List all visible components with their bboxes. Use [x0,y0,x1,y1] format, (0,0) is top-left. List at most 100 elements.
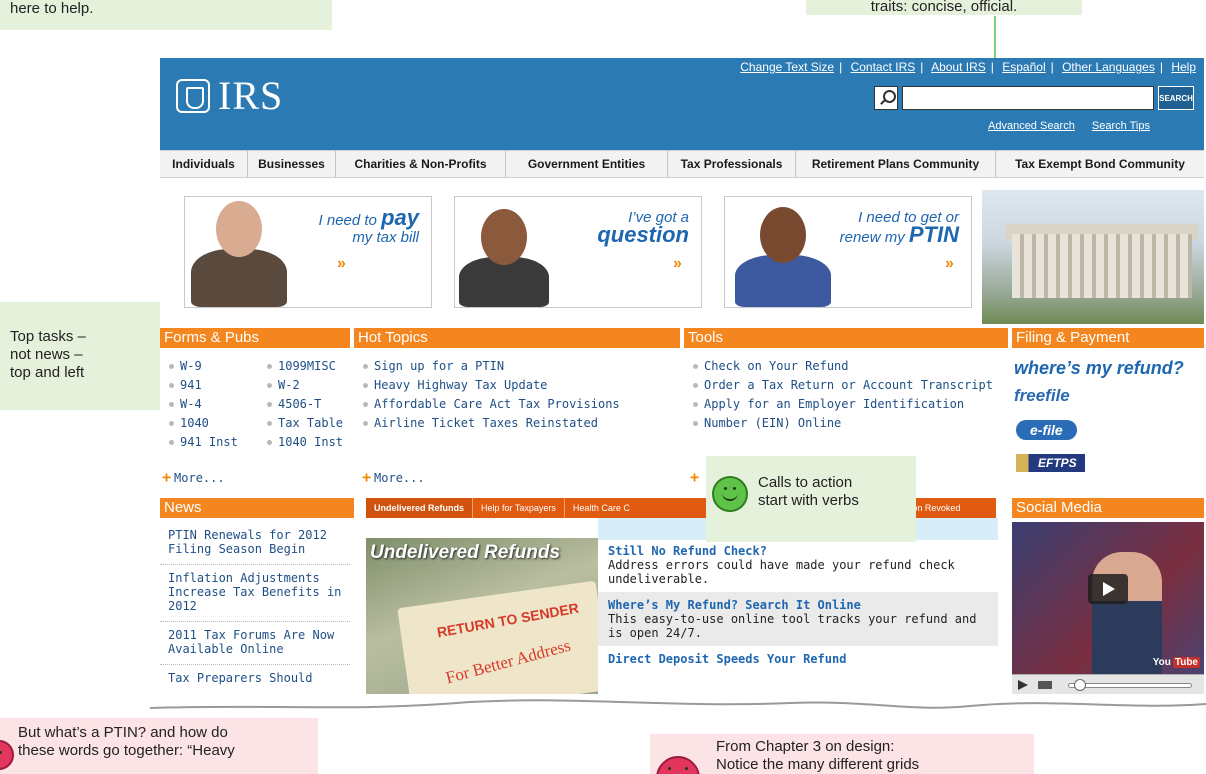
chevron-right-icon: » [337,255,346,272]
hot-topics-list: Sign up for a PTIN Heavy Highway Tax Upd… [362,357,620,433]
story-body: This easy-to-use online tool tracks your… [608,612,977,640]
search-button[interactable]: SEARCH [1158,86,1194,110]
annotation-left-line: top and left [10,364,85,381]
link-about-irs[interactable]: About IRS [931,60,986,74]
header: IRS Change Text Size | Contact IRS | About… [160,58,1204,150]
sad-face-icon [656,756,700,774]
search-icon[interactable] [874,86,898,110]
tool-link[interactable]: Check on Your Refund [692,357,993,376]
tool-link[interactable]: Apply for an Employer Identification [692,395,993,414]
hot-topic-link[interactable]: Heavy Highway Tax Update [362,376,620,395]
section-news: News [160,498,354,518]
section-social-media: Social Media [1012,498,1204,518]
annotation-left-line: not news – [10,346,83,363]
promo-keyword: PTIN [908,222,959,247]
annotation-cta-line: start with verbs [758,492,859,509]
form-link[interactable]: W-9 [168,357,238,376]
news-item[interactable]: PTIN Renewals for 2012 Filing Season Beg… [160,522,350,565]
form-link[interactable]: W-2 [266,376,343,395]
news-item[interactable]: Inflation Adjustments Increase Tax Benef… [160,565,350,622]
tab-businesses[interactable]: Businesses [248,151,336,177]
tab-undelivered-refunds[interactable]: Undelivered Refunds [366,498,474,518]
annotation-calls-to-action: Calls to action start with verbs [706,456,916,542]
story[interactable]: Where’s My Refund? Search It Online This… [598,592,998,646]
story-title[interactable]: Direct Deposit Speeds Your Refund [608,652,988,666]
form-link[interactable]: 1099MISC [266,357,343,376]
tab-charities[interactable]: Charities & Non-Profits [336,151,506,177]
story[interactable]: Still No Refund Check? Address errors co… [598,538,998,592]
promo-pay-tax-bill[interactable]: I need to pay my tax bill » [184,196,432,308]
link-other-languages[interactable]: Other Languages [1062,60,1155,74]
section-forms-pubs: Forms & Pubs [160,328,350,348]
annotation-bottom-left-line: these words go together: “Heavy [18,742,235,759]
eftps-logo[interactable]: EFTPS [1016,454,1085,472]
irs-building-photo [982,190,1204,324]
form-link[interactable]: 1040 [168,414,238,433]
youtube-tube: Tube [1172,657,1200,668]
hot-topic-link[interactable]: Affordable Care Act Tax Provisions [362,395,620,414]
section-tools: Tools [684,328,1008,348]
link-espanol[interactable]: Español [1002,60,1045,74]
plus-icon: + [362,468,372,486]
form-link[interactable]: 1040 Inst [266,433,343,452]
news-list: PTIN Renewals for 2012 Filing Season Beg… [160,522,350,693]
annotation-bottom-right-line: From Chapter 3 on design: [716,738,895,755]
link-advanced-search[interactable]: Advanced Search [988,120,1075,132]
news-item[interactable]: 2011 Tax Forums Are Now Available Online [160,622,350,665]
tab-retirement-plans[interactable]: Retirement Plans Community [796,151,996,177]
forms-more-link[interactable]: + More... [162,468,225,486]
tool-link-continued[interactable]: Number (EIN) Online [692,414,993,433]
chevron-right-icon: » [945,255,954,272]
progress-handle[interactable] [1074,679,1086,691]
main-nav: Individuals Businesses Charities & Non-P… [160,150,1204,178]
wheres-my-refund-logo[interactable]: where’s my refund? [1014,358,1184,379]
tab-tax-exempt-bond[interactable]: Tax Exempt Bond Community [996,151,1204,177]
promo-rest: my tax bill [352,229,419,246]
plus-icon: + [162,468,172,486]
youtube-logo: You Tube [1151,657,1200,668]
link-search-tips[interactable]: Search Tips [1092,120,1150,132]
volume-icon[interactable] [1038,681,1052,689]
play-button-icon[interactable] [1018,680,1028,690]
tab-help-for-taxpayers[interactable]: Help for Taxpayers [473,498,565,518]
link-change-text-size[interactable]: Change Text Size [740,60,834,74]
promo-ptin[interactable]: I need to get or renew my PTIN » [724,196,972,308]
hot-topic-link[interactable]: Sign up for a PTIN [362,357,620,376]
plus-icon: + [690,468,700,486]
tool-link[interactable]: Order a Tax Return or Account Transcript [692,376,993,395]
tools-more-link[interactable]: + [690,468,702,486]
story-title[interactable]: Still No Refund Check? [608,544,988,558]
story-title[interactable]: Where’s My Refund? Search It Online [608,598,988,612]
news-item[interactable]: Tax Preparers Should [160,665,350,693]
utility-links: Change Text Size | Contact IRS | About IRS… [740,60,1196,74]
freefile-logo[interactable]: freefile [1014,386,1070,406]
tab-government-entities[interactable]: Government Entities [506,151,668,177]
youtube-video[interactable]: You Tube [1012,522,1204,674]
form-link[interactable]: 4506-T [266,395,343,414]
promo-text: I need to pay my tax bill [319,207,419,247]
tab-tax-professionals[interactable]: Tax Professionals [668,151,796,177]
hot-topic-link[interactable]: Airline Ticket Taxes Reinstated [362,414,620,433]
play-icon[interactable] [1088,574,1128,604]
irs-logo[interactable]: IRS [176,72,283,119]
promo-rest: renew my [839,229,905,246]
search-bar: SEARCH [874,86,1194,110]
form-link[interactable]: W-4 [168,395,238,414]
form-link[interactable]: 941 Inst [168,433,238,452]
promo-question[interactable]: I’ve got a question » [454,196,702,308]
tab-individuals[interactable]: Individuals [160,151,248,177]
efile-logo[interactable]: e-file [1016,420,1077,440]
video-progress[interactable] [1068,683,1192,688]
search-input[interactable] [902,86,1154,110]
story[interactable]: Direct Deposit Speeds Your Refund [598,646,998,672]
forms-column-2: 1099MISC W-2 4506-T Tax Table 1040 Inst [266,357,343,452]
hot-topics-more-link[interactable]: + More... [362,468,425,486]
form-link[interactable]: Tax Table [266,414,343,433]
form-link[interactable]: 941 [168,376,238,395]
undelivered-refunds-image[interactable]: Undelivered Refunds RETURN TO SENDER For… [366,538,598,694]
person-photo [459,209,549,307]
search-links: Advanced Search Search Tips [974,120,1150,132]
chevron-right-icon: » [673,255,682,272]
link-help[interactable]: Help [1171,60,1196,74]
link-contact-irs[interactable]: Contact IRS [851,60,916,74]
